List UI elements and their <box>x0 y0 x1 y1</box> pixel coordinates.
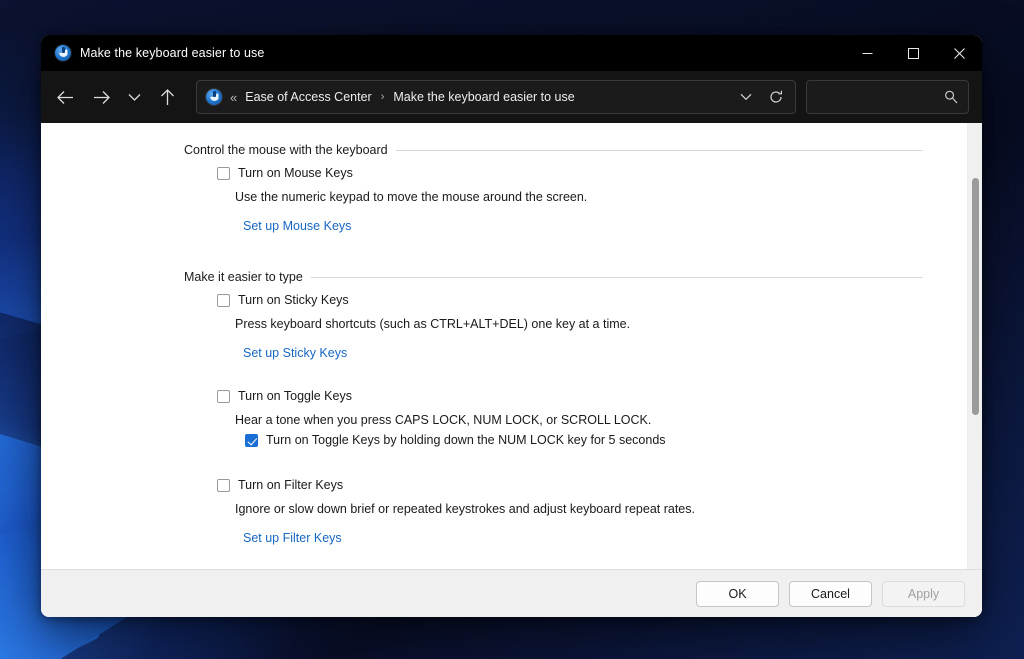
settings-scroll-region: Control the mouse with the keyboard Turn… <box>41 123 967 569</box>
section-heading-row: Make it easier to type <box>184 270 923 284</box>
description-filter-keys: Ignore or slow down brief or repeated ke… <box>235 502 695 516</box>
breadcrumb-item-ease-of-access-center[interactable]: Ease of Access Center <box>242 88 374 106</box>
section-divider <box>395 149 923 151</box>
close-button[interactable] <box>936 35 982 71</box>
checkbox-row-turn-on-toggle-keys[interactable]: Turn on Toggle Keys <box>184 389 923 404</box>
navigation-bar: « Ease of Access Center › Make the keybo… <box>41 71 982 123</box>
window-controls <box>844 35 982 71</box>
title-bar-left: Make the keyboard easier to use <box>41 35 264 71</box>
dialog-footer: OK Cancel Apply <box>41 569 982 617</box>
option-gap <box>184 456 923 469</box>
link-set-up-mouse-keys[interactable]: Set up Mouse Keys <box>184 218 351 234</box>
content-area: Control the mouse with the keyboard Turn… <box>41 123 982 569</box>
link-set-up-filter-keys[interactable]: Set up Filter Keys <box>184 530 342 546</box>
search-box[interactable] <box>806 80 969 114</box>
description-sticky-keys: Press keyboard shortcuts (such as CTRL+A… <box>235 317 631 331</box>
option-sticky-keys: Turn on Sticky Keys Press keyboard short… <box>184 293 923 365</box>
apply-button[interactable]: Apply <box>882 580 965 607</box>
checkbox-turn-on-mouse-keys[interactable] <box>217 167 230 180</box>
ok-button[interactable]: OK <box>696 580 779 607</box>
breadcrumb-collapsed-icon[interactable]: « <box>230 90 237 105</box>
checkbox-toggle-keys-num-lock-shortcut[interactable] <box>245 434 258 447</box>
control-panel-window: Make the keyboard easier to use « Ease o… <box>41 35 982 617</box>
refresh-icon[interactable] <box>761 83 791 111</box>
link-set-up-sticky-keys[interactable]: Set up Sticky Keys <box>184 345 347 361</box>
cancel-button[interactable]: Cancel <box>789 580 872 607</box>
recent-locations-chevron-down-icon[interactable] <box>119 80 149 114</box>
forward-button[interactable] <box>83 80 119 114</box>
option-mouse-keys: Turn on Mouse Keys Use the numeric keypa… <box>184 166 923 238</box>
address-bar-ease-of-access-icon <box>206 89 222 105</box>
section-heading-text: Make it easier to type <box>184 270 303 284</box>
address-dropdown-chevron-down-icon[interactable] <box>731 83 761 111</box>
window-title: Make the keyboard easier to use <box>80 46 265 60</box>
vertical-scrollbar[interactable] <box>967 123 982 569</box>
address-bar[interactable]: « Ease of Access Center › Make the keybo… <box>196 80 796 114</box>
section-divider <box>310 276 923 278</box>
checkbox-label-turn-on-filter-keys: Turn on Filter Keys <box>238 478 344 492</box>
checkbox-label-turn-on-toggle-keys: Turn on Toggle Keys <box>238 389 352 403</box>
option-toggle-keys: Turn on Toggle Keys Hear a tone when you… <box>184 389 923 448</box>
checkbox-row-toggle-keys-num-lock-shortcut[interactable]: Turn on Toggle Keys by holding down the … <box>184 433 923 448</box>
search-input[interactable] <box>817 90 944 104</box>
section-heading-text: Control the mouse with the keyboard <box>184 143 388 157</box>
search-icon <box>944 90 958 104</box>
title-bar[interactable]: Make the keyboard easier to use <box>41 35 982 71</box>
breadcrumb-separator: › <box>380 91 385 103</box>
description-mouse-keys: Use the numeric keypad to move the mouse… <box>235 190 588 204</box>
checkbox-turn-on-toggle-keys[interactable] <box>217 390 230 403</box>
ease-of-access-icon <box>55 45 71 61</box>
minimize-button[interactable] <box>844 35 890 71</box>
section-make-it-easier-to-type: Make it easier to type Turn on Sticky Ke… <box>184 270 923 550</box>
option-filter-keys: Turn on Filter Keys Ignore or slow down … <box>184 478 923 550</box>
up-button[interactable] <box>149 80 185 114</box>
settings-list: Control the mouse with the keyboard Turn… <box>41 123 967 562</box>
checkbox-row-turn-on-filter-keys[interactable]: Turn on Filter Keys <box>184 478 923 493</box>
section-heading-row: Control the mouse with the keyboard <box>184 143 923 157</box>
back-button[interactable] <box>47 80 83 114</box>
description-toggle-keys: Hear a tone when you press CAPS LOCK, NU… <box>235 413 652 427</box>
checkbox-row-turn-on-mouse-keys[interactable]: Turn on Mouse Keys <box>184 166 923 181</box>
scrollbar-thumb[interactable] <box>972 178 979 415</box>
checkbox-row-turn-on-sticky-keys[interactable]: Turn on Sticky Keys <box>184 293 923 308</box>
checkbox-label-turn-on-mouse-keys: Turn on Mouse Keys <box>238 166 353 180</box>
checkbox-turn-on-sticky-keys[interactable] <box>217 294 230 307</box>
maximize-button[interactable] <box>890 35 936 71</box>
option-gap <box>184 367 923 380</box>
checkbox-label-toggle-keys-num-lock-shortcut: Turn on Toggle Keys by holding down the … <box>266 433 666 447</box>
section-control-mouse-with-keyboard: Control the mouse with the keyboard Turn… <box>184 143 923 238</box>
breadcrumb-item-make-the-keyboard-easier-to-use[interactable]: Make the keyboard easier to use <box>390 88 577 106</box>
checkbox-turn-on-filter-keys[interactable] <box>217 479 230 492</box>
checkbox-label-turn-on-sticky-keys: Turn on Sticky Keys <box>238 293 349 307</box>
